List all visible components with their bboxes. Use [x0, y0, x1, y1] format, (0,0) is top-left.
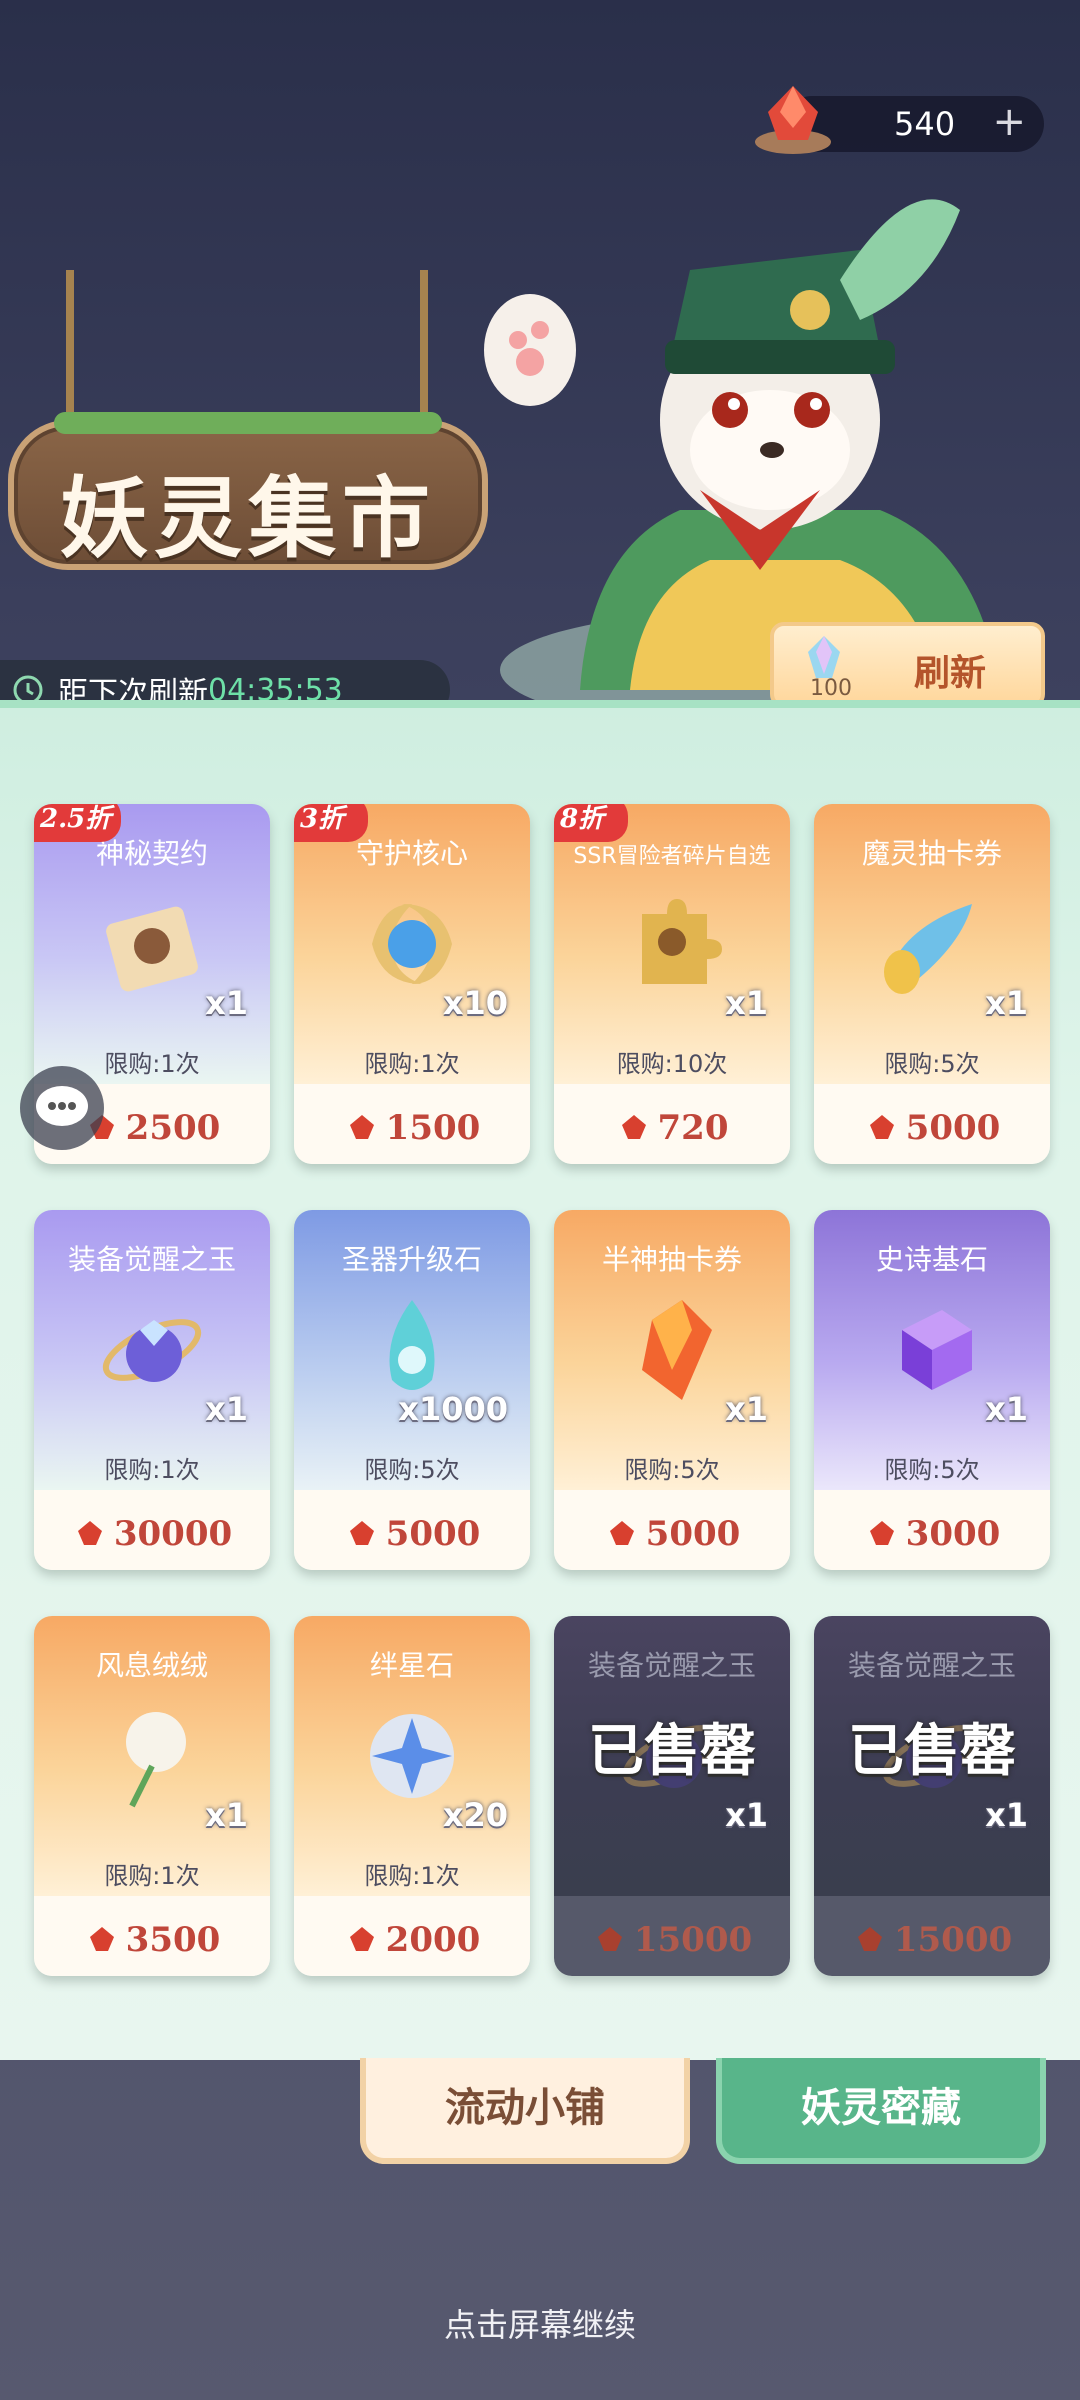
item-name: 史诗基石	[875, 1243, 988, 1276]
purchase-limit: 限购:1次	[364, 1050, 460, 1078]
item-price: 720	[554, 1108, 790, 1148]
purchase-limit: 限购:10次	[616, 1050, 728, 1078]
red-gem-icon	[89, 1927, 114, 1951]
shop-item-card[interactable]: 绊星石 x20 限购:1次 2000	[294, 1616, 530, 1976]
red-gem-icon	[621, 1115, 646, 1139]
item-quantity: x1	[985, 984, 1028, 1022]
red-gem-icon	[349, 1521, 374, 1545]
red-gem-icon	[349, 1927, 374, 1951]
purchase-limit: 限购:1次	[104, 1456, 200, 1484]
item-price: 5000	[554, 1514, 790, 1554]
red-gem-icon	[869, 1521, 894, 1545]
sold-out-label: 已售罄	[588, 1719, 756, 1784]
item-price: 15000	[814, 1920, 1050, 1960]
item-quantity: x1	[725, 984, 768, 1022]
chat-bubble-icon	[36, 1086, 88, 1126]
item-price: 3000	[814, 1514, 1050, 1554]
item-price: 15000	[554, 1920, 790, 1960]
item-price: 5000	[814, 1108, 1050, 1148]
red-gem-icon	[755, 86, 831, 154]
shop-sign: 妖灵集市	[8, 412, 488, 570]
item-price: 5000	[294, 1514, 530, 1554]
chat-button[interactable]	[20, 1066, 104, 1150]
red-gem-icon	[597, 1927, 622, 1951]
shop-item-card[interactable]: 守护核心 x10 限购:1次 1500 3折	[294, 804, 530, 1164]
item-name: 风息绒绒	[95, 1649, 208, 1682]
add-currency-button[interactable]: +	[992, 94, 1026, 150]
purchase-limit: 限购:5次	[884, 1050, 980, 1078]
item-quantity: x1	[985, 1390, 1028, 1428]
fire-crystal-icon	[642, 1300, 712, 1400]
tab-spirit-treasure[interactable]: 妖灵密藏	[716, 2058, 1046, 2164]
shop-item-card[interactable]: 风息绒绒 x1 限购:1次 3500	[34, 1616, 270, 1976]
item-name: SSR冒险者碎片自选	[573, 844, 771, 869]
purchase-limit: 限购:5次	[884, 1456, 980, 1484]
tab-mobile-shop[interactable]: 流动小铺	[360, 2058, 690, 2164]
shop-item-card[interactable]: 圣器升级石 x1000 限购:5次 5000	[294, 1210, 530, 1570]
currency-display: 540 +	[755, 86, 1044, 154]
shop-item-card[interactable]: 装备觉醒之玉 x1 限购:1次 30000	[34, 1210, 270, 1570]
sign-grass-decoration	[54, 412, 442, 434]
shop-panel: 神秘契约 x1 限购:1次 2500 2.5折 守护核心 x10 限购:1次 1…	[0, 700, 1080, 2060]
purchase-limit: 限购:5次	[364, 1456, 460, 1484]
discount-badge: 8折	[554, 804, 628, 842]
item-quantity: x1	[725, 1390, 768, 1428]
refresh-label: 刷新	[914, 653, 987, 694]
puzzle-piece-icon	[642, 899, 722, 984]
item-name: 装备觉醒之玉	[67, 1243, 236, 1276]
item-quantity: x1	[985, 1796, 1028, 1834]
shop-item-card[interactable]: 魔灵抽卡券 x1 限购:5次 5000	[814, 804, 1050, 1164]
red-gem-icon	[77, 1521, 102, 1545]
horn-icon	[884, 904, 972, 994]
purchase-limit: 限购:1次	[364, 1862, 460, 1890]
item-price: 3500	[34, 1920, 270, 1960]
discount-badge: 3折	[294, 804, 368, 842]
shop-item-card[interactable]: 史诗基石 x1 限购:5次 3000	[814, 1210, 1050, 1570]
item-quantity: x10	[442, 984, 508, 1022]
red-gem-icon	[609, 1521, 634, 1545]
scroll-icon	[106, 906, 198, 992]
tap-to-continue-hint[interactable]: 点击屏幕继续	[0, 2300, 1080, 2346]
item-name: 半神抽卡券	[601, 1243, 742, 1276]
shop-item-card[interactable]: 半神抽卡券 x1 限购:5次 5000	[554, 1210, 790, 1570]
crystal-icon	[808, 636, 840, 678]
jade-orb-icon	[102, 1319, 202, 1382]
item-name: 装备觉醒之玉	[847, 1649, 1016, 1682]
item-grid: 神秘契约 x1 限购:1次 2500 2.5折 守护核心 x10 限购:1次 1…	[34, 804, 1054, 1976]
sold-out-label: 已售罄	[848, 1719, 1016, 1784]
item-quantity: x1000	[398, 1390, 508, 1428]
red-gem-icon	[857, 1927, 882, 1951]
red-gem-icon	[869, 1115, 894, 1139]
dandelion-icon	[126, 1712, 186, 1808]
purchase-limit: 限购:5次	[624, 1456, 720, 1484]
shop-item-card[interactable]: SSR冒险者碎片自选 x1 限购:10次 720 8折	[554, 804, 790, 1164]
item-quantity: x1	[205, 984, 248, 1022]
item-price: 1500	[294, 1108, 530, 1148]
refresh-cost: 100	[810, 676, 852, 701]
purchase-limit: 限购:1次	[104, 1862, 200, 1890]
item-name: 魔灵抽卡券	[861, 837, 1002, 870]
item-price: 2000	[294, 1920, 530, 1960]
red-gem-icon	[349, 1115, 374, 1139]
item-name: 圣器升级石	[341, 1243, 482, 1276]
discount-badge: 2.5折	[34, 804, 122, 842]
item-quantity: x1	[205, 1390, 248, 1428]
item-price: 30000	[34, 1514, 270, 1554]
item-quantity: x1	[725, 1796, 768, 1834]
shop-title: 妖灵集市	[59, 466, 436, 570]
item-name: 装备觉醒之玉	[587, 1649, 756, 1682]
shop-item-card-sold-out: 装备觉醒之玉 已售罄 x1 15000	[554, 1616, 790, 1976]
shop-item-card-sold-out: 装备觉醒之玉 已售罄 x1 15000	[814, 1616, 1050, 1976]
cube-stone-icon	[902, 1310, 972, 1390]
refresh-button[interactable]: 100 刷新	[770, 622, 1045, 708]
item-name: 绊星石	[369, 1649, 454, 1682]
item-quantity: x20	[442, 1796, 508, 1834]
currency-amount: 540	[894, 105, 956, 143]
item-quantity: x1	[205, 1796, 248, 1834]
